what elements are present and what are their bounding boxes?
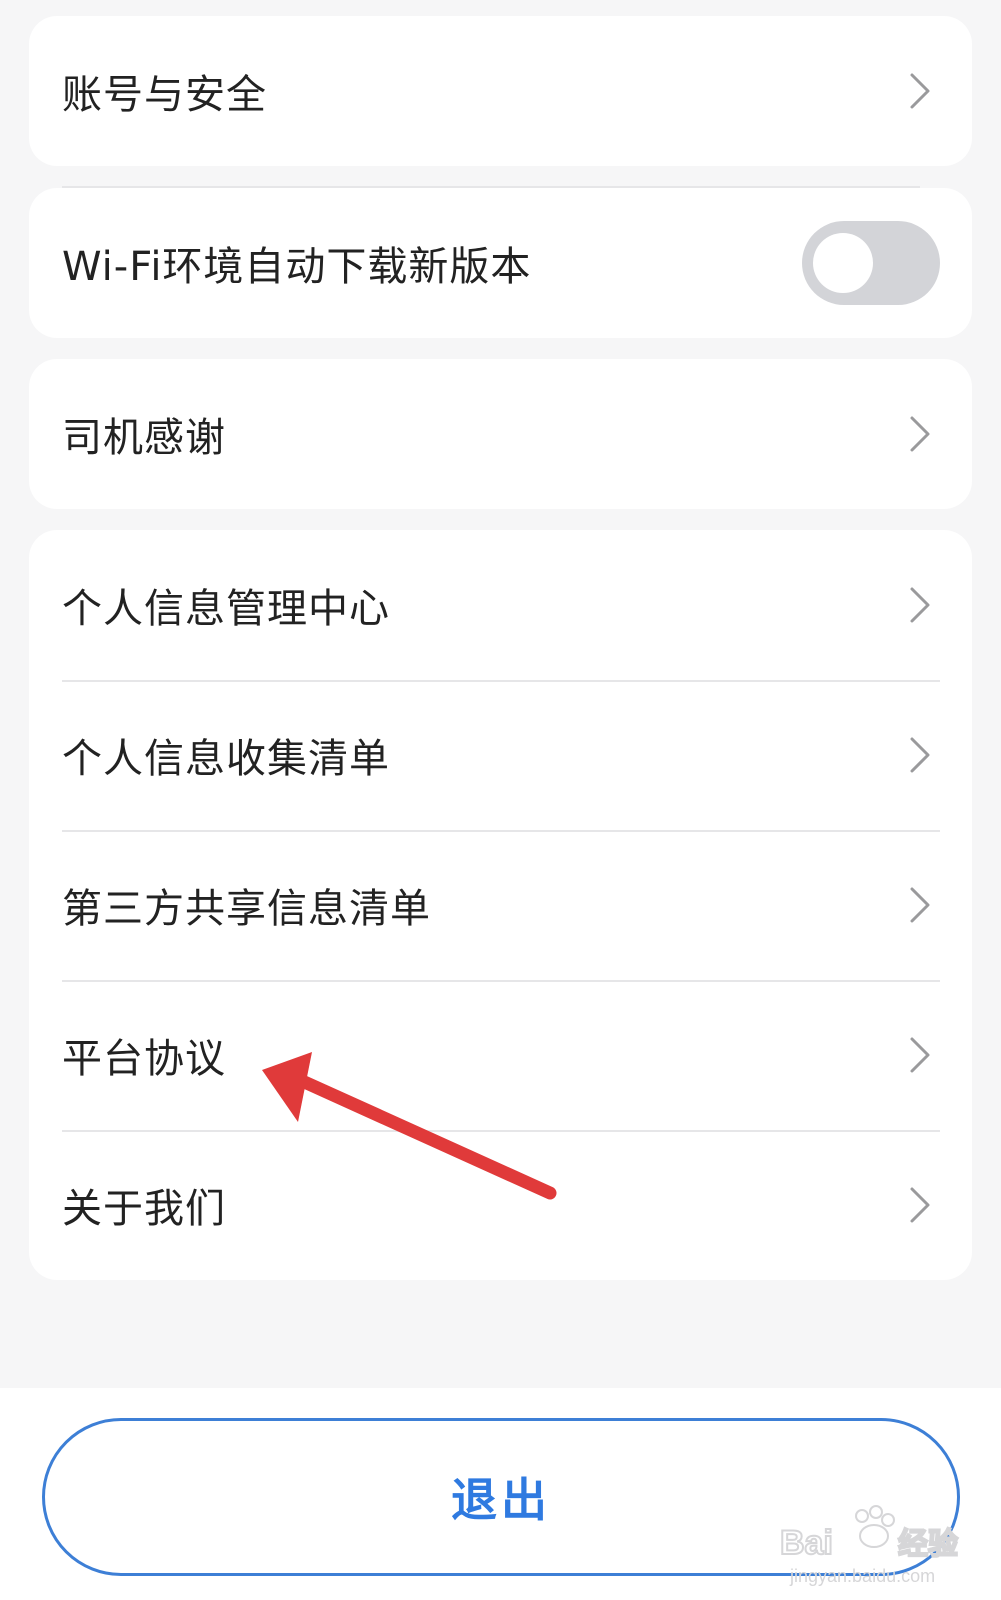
footer-bar: 退出 [0,1388,1001,1600]
row-about-us[interactable]: 关于我们 [29,1130,972,1280]
row-label: 关于我们 [62,1186,226,1232]
row-label: 个人信息收集清单 [62,736,390,782]
driver-thanks-card: 司机感谢 [29,359,972,509]
wifi-auto-download-toggle[interactable] [802,221,940,305]
row-personal-info-center[interactable]: 个人信息管理中心 [29,530,972,680]
row-label: 司机感谢 [62,415,226,461]
chevron-right-icon [910,587,930,623]
row-third-party-sharing[interactable]: 第三方共享信息清单 [29,830,972,980]
toggle-knob [813,233,873,293]
row-label: 个人信息管理中心 [62,586,390,632]
row-label: Wi-Fi环境自动下载新版本 [62,244,532,290]
row-label: 平台协议 [62,1036,226,1082]
row-label: 第三方共享信息清单 [62,886,431,932]
row-label: 账号与安全 [62,72,267,118]
account-card: 账号与安全 [29,16,972,166]
chevron-right-icon [910,416,930,452]
chevron-right-icon [910,1037,930,1073]
wifi-card: Wi-Fi环境自动下载新版本 [29,188,972,338]
logout-button[interactable]: 退出 [42,1418,960,1576]
chevron-right-icon [910,737,930,773]
row-personal-info-collection[interactable]: 个人信息收集清单 [29,680,972,830]
privacy-card: 个人信息管理中心 个人信息收集清单 第三方共享信息清单 平台协议 关于我们 [29,530,972,1280]
chevron-right-icon [910,73,930,109]
row-account-security[interactable]: 账号与安全 [29,16,972,166]
logout-button-label: 退出 [451,1473,551,1527]
row-platform-agreement[interactable]: 平台协议 [29,980,972,1130]
row-wifi-auto-download: Wi-Fi环境自动下载新版本 [29,188,972,338]
chevron-right-icon [910,887,930,923]
chevron-right-icon [910,1187,930,1223]
row-driver-thanks[interactable]: 司机感谢 [29,359,972,509]
